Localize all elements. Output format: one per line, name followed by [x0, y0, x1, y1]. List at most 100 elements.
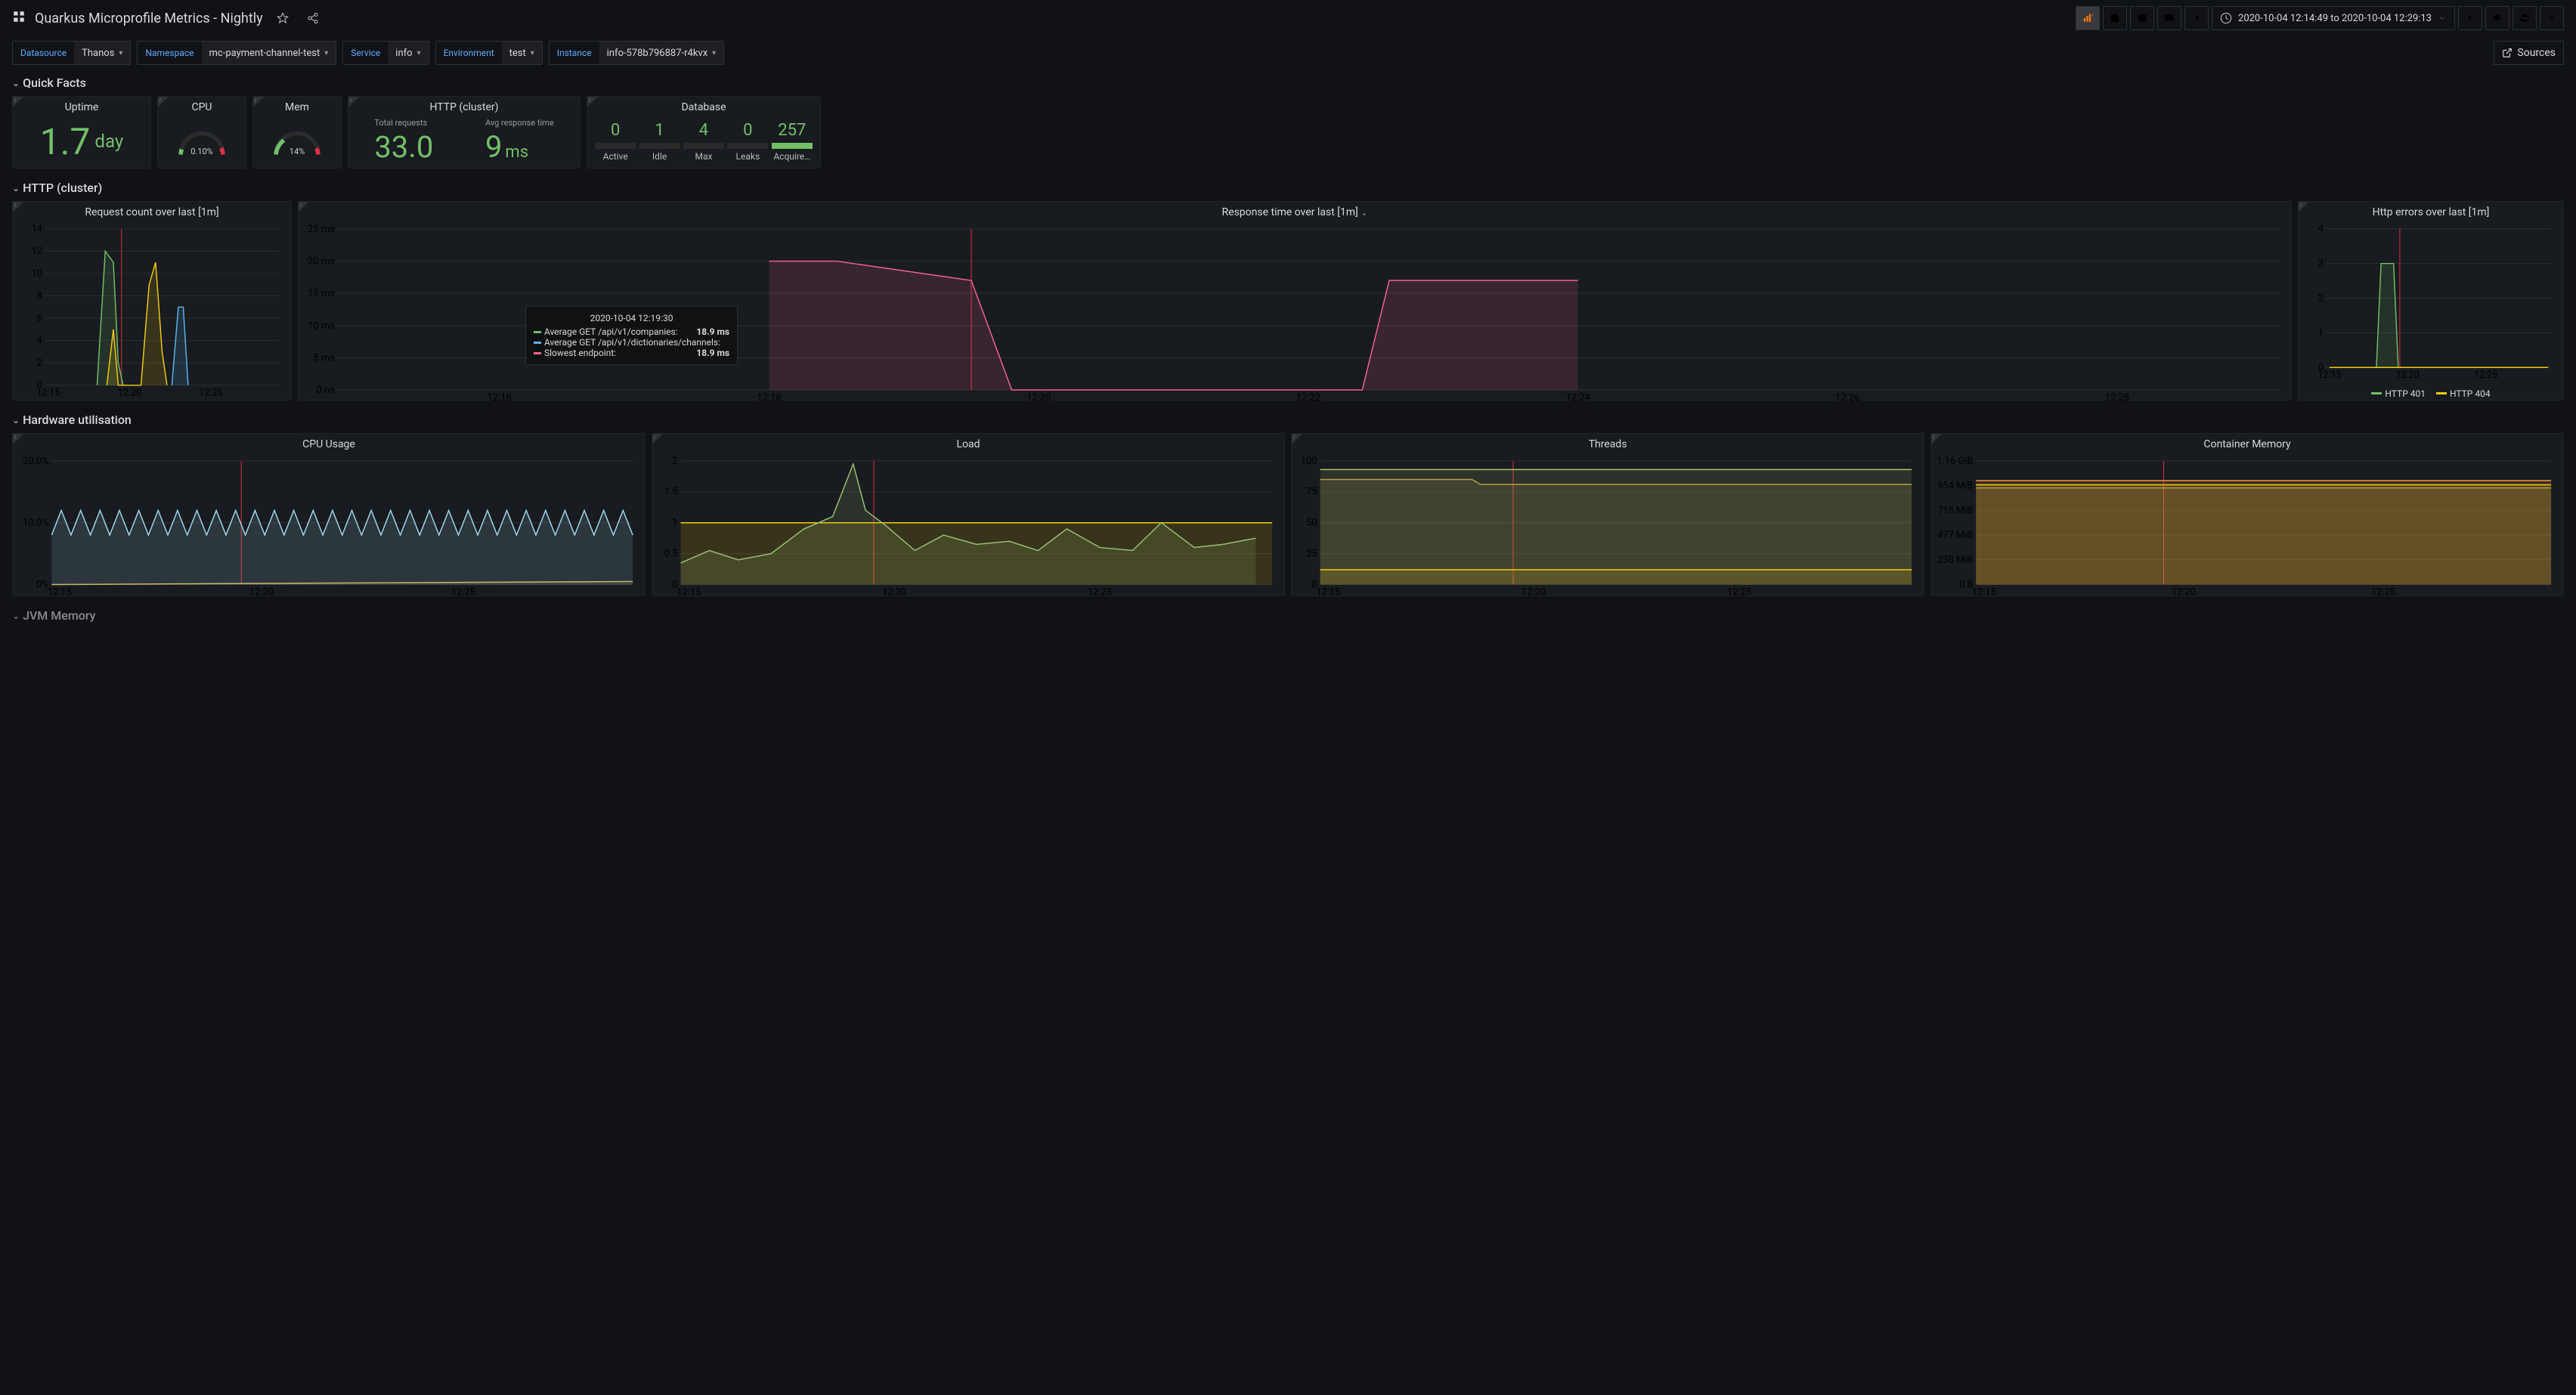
panel-http-kpi[interactable]: HTTP (cluster) Total requests 33.0 Avg r… — [348, 96, 581, 169]
svg-text:12:15: 12:15 — [1972, 586, 1996, 598]
panel-container-memory[interactable]: Container Memory 0 B238 MiB477 MiB715 Mi… — [1930, 433, 2564, 596]
svg-text:12:22: 12:22 — [1296, 392, 1321, 404]
sources-button[interactable]: Sources — [2494, 41, 2564, 65]
svg-text:6: 6 — [37, 313, 42, 324]
svg-text:12:18: 12:18 — [757, 392, 781, 404]
refresh-interval-button[interactable] — [2540, 6, 2564, 30]
panel-load[interactable]: Load 00.511.5212:1512:2012:25 — [652, 433, 1285, 596]
time-range-picker[interactable]: 2020-10-04 12:14:49 to 2020-10-04 12:29:… — [2212, 6, 2455, 30]
legend-item[interactable]: HTTP 401 — [2371, 388, 2426, 399]
svg-text:1.5: 1.5 — [664, 487, 678, 498]
var-environment[interactable]: Environment test▾ — [435, 41, 543, 65]
svg-text:12:26: 12:26 — [1835, 392, 1859, 404]
panel-cpu[interactable]: CPU 0.10% — [157, 96, 246, 169]
svg-text:12:25: 12:25 — [1727, 586, 1751, 598]
svg-text:25 ms: 25 ms — [308, 224, 335, 235]
add-panel-button[interactable]: + — [2076, 6, 2100, 30]
chart-tooltip: 2020-10-04 12:19:30 Average GET /api/v1/… — [525, 306, 738, 365]
svg-text:15 ms: 15 ms — [308, 288, 335, 299]
refresh-button[interactable] — [2513, 6, 2537, 30]
template-variables: Datasource Thanos▾ Namespace mc-payment-… — [0, 36, 2576, 73]
panel-request-count[interactable]: Request count over last [1m] 02468101214… — [12, 201, 292, 401]
save-button[interactable] — [2103, 6, 2127, 30]
svg-text:1: 1 — [2318, 327, 2324, 339]
svg-text:954 MiB: 954 MiB — [1937, 481, 1973, 492]
db-stat-active: 0Active — [595, 121, 636, 162]
panel-title: Uptime — [13, 97, 150, 115]
var-datasource[interactable]: Datasource Thanos▾ — [12, 41, 131, 65]
svg-text:12:20: 12:20 — [2172, 586, 2196, 598]
settings-button[interactable] — [2130, 6, 2154, 30]
dashboard-grid-icon[interactable] — [12, 10, 26, 26]
row-quick-facts[interactable]: ⌄ Quick Facts — [0, 73, 2576, 93]
http-avg: 9 — [485, 129, 502, 165]
var-namespace[interactable]: Namespace mc-payment-channel-test▾ — [137, 41, 336, 65]
svg-text:12:28: 12:28 — [2105, 392, 2129, 404]
time-next-button[interactable] — [2458, 6, 2482, 30]
svg-text:5 ms: 5 ms — [313, 352, 335, 363]
svg-text:12:16: 12:16 — [488, 392, 512, 404]
svg-text:2: 2 — [2318, 292, 2324, 304]
legend-item[interactable]: HTTP 404 — [2436, 388, 2491, 399]
db-stat-acquire…: 257Acquire… — [772, 121, 813, 162]
row-jvm-memory[interactable]: ⌄ JVM Memory — [0, 605, 2576, 626]
chevron-down-icon: ⌄ — [12, 611, 20, 621]
share-icon[interactable] — [302, 8, 324, 29]
panel-mem[interactable]: Mem 14% — [252, 96, 342, 169]
svg-text:12:15: 12:15 — [2317, 370, 2341, 381]
svg-text:12:25: 12:25 — [451, 586, 475, 598]
row-hardware[interactable]: ⌄ Hardware utilisation — [0, 410, 2576, 430]
svg-text:12:20: 12:20 — [882, 586, 906, 598]
panel-cpu-usage[interactable]: CPU Usage 0%10.0%20.0%12:1512:2012:25 — [12, 433, 646, 596]
cpu-percent: 0.10% — [175, 147, 228, 156]
svg-text:10.0%: 10.0% — [23, 518, 48, 529]
panel-response-time[interactable]: Response time over last [1m] ⌄ 0 ns5 ms1… — [298, 201, 2292, 401]
svg-text:2: 2 — [37, 357, 42, 369]
db-stat-idle: 1Idle — [639, 121, 680, 162]
chevron-down-icon: ⌄ — [12, 183, 20, 193]
svg-text:2: 2 — [672, 456, 677, 467]
uptime-value: 1.7 — [40, 120, 91, 163]
time-range-text: 2020-10-04 12:14:49 to 2020-10-04 12:29:… — [2238, 13, 2432, 24]
star-icon[interactable] — [272, 8, 293, 29]
svg-text:12:15: 12:15 — [677, 586, 701, 598]
svg-text:25: 25 — [1306, 549, 1317, 560]
chevron-down-icon: ⌄ — [1361, 208, 1367, 218]
svg-text:10: 10 — [32, 268, 42, 280]
svg-text:0.5: 0.5 — [664, 549, 678, 560]
mem-percent: 14% — [271, 147, 324, 156]
dashboard-title[interactable]: Quarkus Microprofile Metrics - Nightly — [35, 11, 263, 26]
svg-text:12:20: 12:20 — [2396, 370, 2420, 381]
svg-text:12: 12 — [32, 246, 42, 257]
var-instance[interactable]: Instance info-578b796887-r4kvx▾ — [549, 41, 724, 65]
panel-threads[interactable]: Threads 025507510012:1512:2012:25 — [1291, 433, 1924, 596]
chevron-down-icon: ⌄ — [12, 78, 20, 88]
db-stat-max: 4Max — [683, 121, 724, 162]
svg-text:12:15: 12:15 — [48, 586, 72, 598]
svg-text:12:15: 12:15 — [36, 387, 60, 398]
zoom-out-button[interactable] — [2485, 6, 2509, 30]
tv-mode-button[interactable] — [2157, 6, 2181, 30]
time-prev-button[interactable] — [2184, 6, 2209, 30]
svg-text:477 MiB: 477 MiB — [1937, 530, 1973, 541]
svg-text:20 ms: 20 ms — [308, 256, 335, 268]
svg-text:12:20: 12:20 — [249, 586, 274, 598]
panel-uptime[interactable]: Uptime 1.7 day — [12, 96, 151, 169]
row-http-cluster[interactable]: ⌄ HTTP (cluster) — [0, 178, 2576, 198]
var-service[interactable]: Service info▾ — [342, 41, 429, 65]
svg-text:14: 14 — [32, 224, 42, 235]
svg-text:715 MiB: 715 MiB — [1937, 505, 1973, 516]
svg-text:0 B: 0 B — [1959, 579, 1973, 590]
topbar: Quarkus Microprofile Metrics - Nightly +… — [0, 0, 2576, 36]
svg-text:3: 3 — [2318, 258, 2324, 270]
panel-database[interactable]: Database 0Active1Idle4Max0Leaks257Acquir… — [587, 96, 821, 169]
svg-text:50: 50 — [1306, 518, 1317, 529]
svg-text:1.16 GiB: 1.16 GiB — [1937, 456, 1973, 467]
svg-text:+: + — [2091, 14, 2093, 18]
toolbar: + 2020-10-04 12:14:49 to 2020-10-04 12:2… — [2076, 6, 2564, 30]
svg-text:100: 100 — [1301, 456, 1317, 467]
svg-text:12:20: 12:20 — [1522, 586, 1546, 598]
panel-http-errors[interactable]: Http errors over last [1m] 0123412:1512:… — [2298, 201, 2564, 401]
svg-text:0%: 0% — [36, 579, 49, 590]
svg-text:4: 4 — [2318, 224, 2324, 235]
